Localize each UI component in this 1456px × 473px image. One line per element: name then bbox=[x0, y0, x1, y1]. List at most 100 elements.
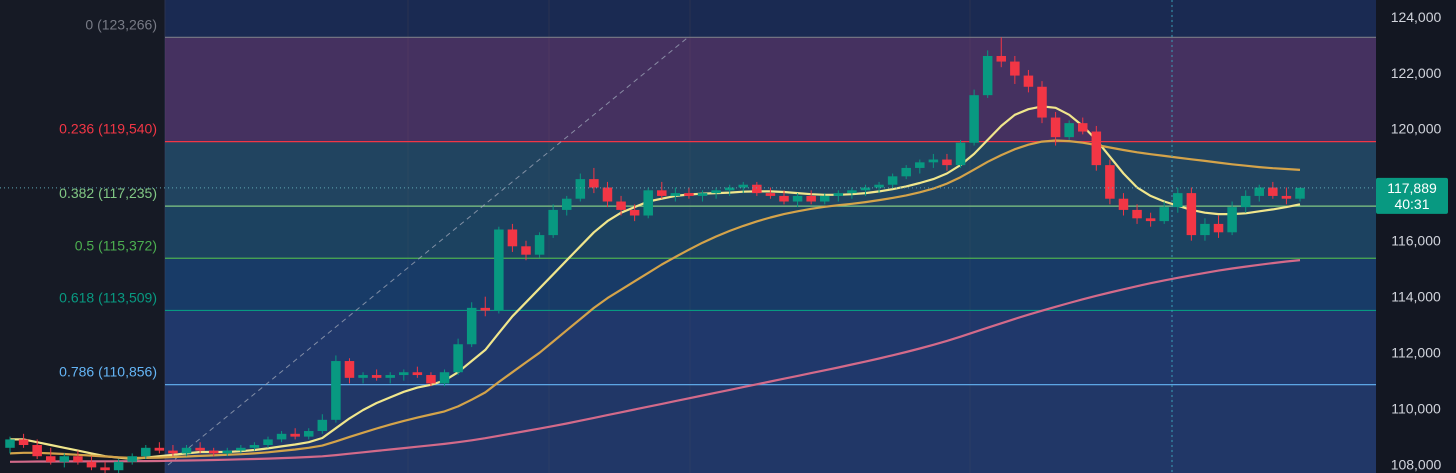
fibonacci-level-label: 0 (123,266) bbox=[85, 16, 157, 32]
candle-body bbox=[1023, 75, 1034, 87]
price-tick-label: 116,000 bbox=[1391, 233, 1441, 249]
candle-body bbox=[358, 375, 368, 378]
candle-body bbox=[969, 95, 979, 143]
fibonacci-band bbox=[165, 384, 1376, 473]
candle-body bbox=[303, 431, 314, 437]
candle-body bbox=[996, 55, 1007, 62]
candle-body bbox=[982, 55, 993, 96]
candle-body bbox=[697, 193, 708, 196]
candle-body bbox=[711, 190, 721, 194]
candle-body bbox=[643, 190, 653, 216]
fibonacci-level-label: 0.236 (119,540) bbox=[59, 121, 157, 137]
price-axis[interactable]: 124,000122,000120,000118,000116,000114,0… bbox=[1391, 9, 1442, 473]
candle-body bbox=[534, 235, 545, 255]
candle-body bbox=[1240, 195, 1251, 208]
last-price-badge: 117,88940:31 bbox=[1376, 177, 1448, 214]
candle-body bbox=[208, 450, 219, 454]
candle-body bbox=[344, 361, 355, 378]
candle-body bbox=[1091, 131, 1102, 166]
candle-body bbox=[290, 433, 300, 437]
candle-body bbox=[819, 195, 830, 202]
fibonacci-level-label: 0.618 (113,509) bbox=[59, 289, 157, 305]
candle-body bbox=[371, 375, 382, 378]
candle-body bbox=[412, 372, 423, 376]
candlestick-chart[interactable]: 0 (123,266)0.236 (119,540)0.382 (117,235… bbox=[0, 0, 1456, 473]
price-tick-label: 108,000 bbox=[1391, 457, 1442, 473]
candle-body bbox=[399, 372, 409, 376]
candle-body bbox=[657, 190, 667, 196]
candle-body bbox=[249, 445, 260, 448]
candle-body bbox=[616, 201, 626, 210]
candle-body bbox=[942, 159, 952, 166]
candle-body bbox=[724, 187, 735, 191]
candle-body bbox=[1050, 117, 1061, 138]
candle-body bbox=[738, 184, 749, 188]
candle-body bbox=[1254, 187, 1265, 196]
price-tick-label: 112,000 bbox=[1391, 345, 1441, 361]
candle-body bbox=[59, 456, 70, 462]
candle-body bbox=[1173, 193, 1183, 208]
candle-body bbox=[575, 179, 586, 199]
candle-body bbox=[955, 142, 966, 166]
candle-body bbox=[928, 159, 939, 163]
fibonacci-bands bbox=[165, 36, 1376, 473]
candle-body bbox=[1159, 207, 1169, 222]
candle-body bbox=[263, 439, 273, 446]
candle-body bbox=[439, 372, 450, 384]
candle-body bbox=[684, 193, 694, 196]
candle-body bbox=[385, 375, 395, 378]
candle-body bbox=[1227, 207, 1237, 233]
candle-body bbox=[181, 447, 192, 454]
candle-body bbox=[195, 447, 205, 451]
candle-body bbox=[1281, 195, 1292, 199]
fibonacci-band bbox=[165, 37, 1376, 142]
price-tick-label: 124,000 bbox=[1391, 9, 1442, 25]
candle-body bbox=[833, 193, 844, 196]
price-tick-label: 110,000 bbox=[1391, 401, 1441, 417]
fibonacci-level-label: 0.5 (115,372) bbox=[75, 237, 157, 253]
last-price-value: 117,889 bbox=[1387, 180, 1437, 196]
candle-body bbox=[1010, 61, 1020, 76]
candle-body bbox=[141, 447, 151, 457]
candle-body bbox=[127, 456, 137, 462]
candle-body bbox=[113, 461, 124, 471]
candle-body bbox=[168, 450, 178, 454]
candle-body bbox=[670, 193, 681, 196]
candle-body bbox=[73, 456, 83, 462]
candle-body bbox=[561, 198, 572, 210]
candle-body bbox=[792, 195, 803, 202]
candle-body bbox=[874, 184, 884, 188]
candle-countdown: 40:31 bbox=[1394, 196, 1429, 212]
candle-body bbox=[426, 375, 436, 384]
candle-body bbox=[222, 450, 233, 454]
candle-body bbox=[1186, 193, 1197, 236]
candle-body bbox=[752, 184, 762, 194]
candle-body bbox=[18, 439, 29, 446]
candle-body bbox=[629, 209, 640, 216]
candle-body bbox=[32, 445, 42, 457]
candle-body bbox=[453, 344, 463, 373]
candle-body bbox=[1132, 209, 1142, 219]
candle-body bbox=[1295, 187, 1305, 199]
fibonacci-level-label: 0.786 (110,856) bbox=[59, 364, 157, 380]
candle-body bbox=[1145, 218, 1156, 222]
price-tick-label: 120,000 bbox=[1391, 121, 1442, 137]
candle-body bbox=[317, 419, 328, 432]
candle-body bbox=[1213, 223, 1224, 233]
candle-body bbox=[765, 193, 776, 196]
candle-body bbox=[589, 179, 599, 188]
candle-body bbox=[847, 190, 857, 194]
candle-body bbox=[331, 361, 341, 420]
candle-body bbox=[1200, 223, 1210, 236]
candle-body bbox=[45, 456, 56, 462]
candle-body bbox=[236, 447, 246, 451]
candle-body bbox=[466, 307, 477, 345]
candle-body bbox=[1118, 198, 1129, 210]
candle-body bbox=[5, 439, 15, 448]
candle-body bbox=[806, 195, 816, 202]
candle-body bbox=[507, 229, 518, 247]
candle-body bbox=[1077, 123, 1088, 132]
candle-body bbox=[521, 246, 531, 255]
candle-body bbox=[779, 195, 789, 202]
candle-body bbox=[1064, 123, 1074, 138]
